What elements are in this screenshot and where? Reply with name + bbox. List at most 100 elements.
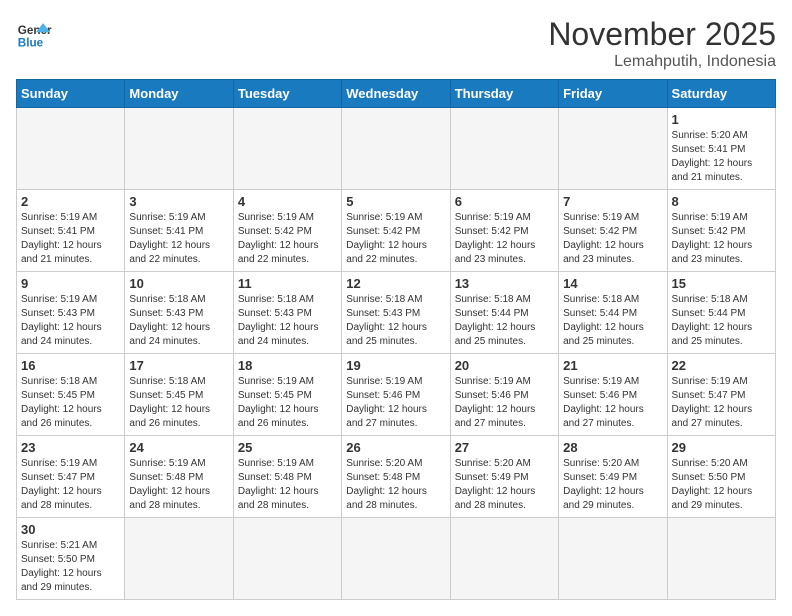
- day-number: 14: [563, 276, 662, 291]
- calendar-cell: [342, 108, 450, 190]
- weekday-header-tuesday: Tuesday: [233, 80, 341, 108]
- calendar-cell: 15 Sunrise: 5:18 AM Sunset: 5:44 PM Dayli…: [667, 272, 775, 354]
- day-info: Sunrise: 5:19 AM Sunset: 5:41 PM Dayligh…: [129, 211, 228, 267]
- calendar-cell: 4Sunrise: 5:19 AM Sunset: 5:42 PM Daylig…: [233, 190, 341, 272]
- day-number: 30: [21, 522, 120, 537]
- calendar-cell: 16Sunrise: 5:18 AM Sunset: 5:45 PM Dayli…: [17, 354, 125, 436]
- day-info: Sunrise: 5:19 AM Sunset: 5:46 PM Dayligh…: [455, 375, 554, 431]
- weekday-header-thursday: Thursday: [450, 80, 558, 108]
- calendar-title: November 2025: [548, 16, 776, 53]
- calendar-cell: [125, 518, 233, 600]
- calendar-cell: [559, 518, 667, 600]
- calendar-subtitle: Lemahputih, Indonesia: [548, 53, 776, 71]
- weekday-header-friday: Friday: [559, 80, 667, 108]
- calendar-cell: 21Sunrise: 5:19 AM Sunset: 5:46 PM Dayli…: [559, 354, 667, 436]
- day-info: Sunrise: 5:18 AM Sunset: 5:45 PM Dayligh…: [21, 375, 120, 431]
- week-row-1: 1Sunrise: 5:20 AM Sunset: 5:41 PM Daylig…: [17, 108, 776, 190]
- day-number: 21: [563, 358, 662, 373]
- day-info: Sunrise: 5:18 AM Sunset: 5:44 PM Dayligh…: [455, 293, 554, 349]
- calendar-cell: [125, 108, 233, 190]
- day-info: Sunrise: 5:20 AM Sunset: 5:49 PM Dayligh…: [455, 457, 554, 513]
- logo: General Blue: [16, 16, 52, 52]
- calendar-cell: 10 Sunrise: 5:18 AM Sunset: 5:43 PM Dayli…: [125, 272, 233, 354]
- calendar-cell: [559, 108, 667, 190]
- day-info: Sunrise: 5:18 AM Sunset: 5:45 PM Dayligh…: [129, 375, 228, 431]
- day-number: 5: [346, 194, 445, 209]
- day-info: Sunrise: 5:20 AM Sunset: 5:50 PM Dayligh…: [672, 457, 771, 513]
- day-info: Sunrise: 5:19 AM Sunset: 5:43 PM Dayligh…: [21, 293, 120, 349]
- calendar-cell: [17, 108, 125, 190]
- calendar-cell: 1Sunrise: 5:20 AM Sunset: 5:41 PM Daylig…: [667, 108, 775, 190]
- day-info: Sunrise: 5:19 AM Sunset: 5:45 PM Dayligh…: [238, 375, 337, 431]
- day-info: Sunrise: 5:18 AM Sunset: 5:44 PM Dayligh…: [563, 293, 662, 349]
- calendar-cell: 8Sunrise: 5:19 AM Sunset: 5:42 PM Daylig…: [667, 190, 775, 272]
- day-info: Sunrise: 5:19 AM Sunset: 5:42 PM Dayligh…: [238, 211, 337, 267]
- week-row-6: 30Sunrise: 5:21 AM Sunset: 5:50 PM Dayli…: [17, 518, 776, 600]
- calendar-cell: 29 Sunrise: 5:20 AM Sunset: 5:50 PM Dayli…: [667, 436, 775, 518]
- day-info: Sunrise: 5:19 AM Sunset: 5:42 PM Dayligh…: [346, 211, 445, 267]
- calendar-cell: [450, 108, 558, 190]
- week-row-3: 9 Sunrise: 5:19 AM Sunset: 5:43 PM Daylig…: [17, 272, 776, 354]
- calendar-cell: 7Sunrise: 5:19 AM Sunset: 5:42 PM Daylig…: [559, 190, 667, 272]
- calendar-cell: 2Sunrise: 5:19 AM Sunset: 5:41 PM Daylig…: [17, 190, 125, 272]
- day-info: Sunrise: 5:19 AM Sunset: 5:46 PM Dayligh…: [346, 375, 445, 431]
- day-number: 3: [129, 194, 228, 209]
- calendar-cell: 14 Sunrise: 5:18 AM Sunset: 5:44 PM Dayli…: [559, 272, 667, 354]
- weekday-header-wednesday: Wednesday: [342, 80, 450, 108]
- calendar-cell: [233, 518, 341, 600]
- calendar-cell: 11 Sunrise: 5:18 AM Sunset: 5:43 PM Dayli…: [233, 272, 341, 354]
- day-info: Sunrise: 5:19 AM Sunset: 5:41 PM Dayligh…: [21, 211, 120, 267]
- week-row-5: 23 Sunrise: 5:19 AM Sunset: 5:47 PM Dayli…: [17, 436, 776, 518]
- weekday-header-sunday: Sunday: [17, 80, 125, 108]
- calendar-cell: 3 Sunrise: 5:19 AM Sunset: 5:41 PM Daylig…: [125, 190, 233, 272]
- day-info: Sunrise: 5:19 AM Sunset: 5:42 PM Dayligh…: [563, 211, 662, 267]
- calendar-cell: 27 Sunrise: 5:20 AM Sunset: 5:49 PM Dayli…: [450, 436, 558, 518]
- day-info: Sunrise: 5:18 AM Sunset: 5:44 PM Dayligh…: [672, 293, 771, 349]
- calendar-cell: 18 Sunrise: 5:19 AM Sunset: 5:45 PM Dayli…: [233, 354, 341, 436]
- calendar-cell: 9 Sunrise: 5:19 AM Sunset: 5:43 PM Daylig…: [17, 272, 125, 354]
- day-number: 24: [129, 440, 228, 455]
- day-info: Sunrise: 5:18 AM Sunset: 5:43 PM Dayligh…: [129, 293, 228, 349]
- logo-icon: General Blue: [16, 16, 52, 52]
- day-number: 20: [455, 358, 554, 373]
- day-info: Sunrise: 5:19 AM Sunset: 5:47 PM Dayligh…: [672, 375, 771, 431]
- day-number: 29: [672, 440, 771, 455]
- calendar-cell: 6Sunrise: 5:19 AM Sunset: 5:42 PM Daylig…: [450, 190, 558, 272]
- day-number: 23: [21, 440, 120, 455]
- calendar-cell: 28Sunrise: 5:20 AM Sunset: 5:49 PM Dayli…: [559, 436, 667, 518]
- day-number: 13: [455, 276, 554, 291]
- day-info: Sunrise: 5:20 AM Sunset: 5:49 PM Dayligh…: [563, 457, 662, 513]
- week-row-2: 2Sunrise: 5:19 AM Sunset: 5:41 PM Daylig…: [17, 190, 776, 272]
- calendar-cell: [342, 518, 450, 600]
- calendar-cell: 23 Sunrise: 5:19 AM Sunset: 5:47 PM Dayli…: [17, 436, 125, 518]
- day-info: Sunrise: 5:19 AM Sunset: 5:48 PM Dayligh…: [129, 457, 228, 513]
- svg-text:Blue: Blue: [18, 37, 44, 50]
- calendar-cell: 26Sunrise: 5:20 AM Sunset: 5:48 PM Dayli…: [342, 436, 450, 518]
- day-number: 17: [129, 358, 228, 373]
- day-number: 10: [129, 276, 228, 291]
- day-number: 11: [238, 276, 337, 291]
- calendar-cell: 5 Sunrise: 5:19 AM Sunset: 5:42 PM Daylig…: [342, 190, 450, 272]
- day-info: Sunrise: 5:20 AM Sunset: 5:48 PM Dayligh…: [346, 457, 445, 513]
- day-number: 18: [238, 358, 337, 373]
- weekday-header-saturday: Saturday: [667, 80, 775, 108]
- calendar-cell: 17 Sunrise: 5:18 AM Sunset: 5:45 PM Dayli…: [125, 354, 233, 436]
- calendar-cell: [233, 108, 341, 190]
- title-block: November 2025 Lemahputih, Indonesia: [548, 16, 776, 71]
- day-number: 27: [455, 440, 554, 455]
- day-number: 9: [21, 276, 120, 291]
- day-info: Sunrise: 5:19 AM Sunset: 5:47 PM Dayligh…: [21, 457, 120, 513]
- calendar-cell: 30Sunrise: 5:21 AM Sunset: 5:50 PM Dayli…: [17, 518, 125, 600]
- day-number: 25: [238, 440, 337, 455]
- calendar-cell: 12Sunrise: 5:18 AM Sunset: 5:43 PM Dayli…: [342, 272, 450, 354]
- day-number: 15: [672, 276, 771, 291]
- calendar-table: SundayMondayTuesdayWednesdayThursdayFrid…: [16, 79, 776, 600]
- calendar-cell: 25Sunrise: 5:19 AM Sunset: 5:48 PM Dayli…: [233, 436, 341, 518]
- day-number: 6: [455, 194, 554, 209]
- day-info: Sunrise: 5:18 AM Sunset: 5:43 PM Dayligh…: [238, 293, 337, 349]
- page-header: General Blue November 2025 Lemahputih, I…: [16, 16, 776, 71]
- calendar-cell: 22Sunrise: 5:19 AM Sunset: 5:47 PM Dayli…: [667, 354, 775, 436]
- calendar-cell: 24 Sunrise: 5:19 AM Sunset: 5:48 PM Dayli…: [125, 436, 233, 518]
- calendar-cell: 13 Sunrise: 5:18 AM Sunset: 5:44 PM Dayli…: [450, 272, 558, 354]
- week-row-4: 16Sunrise: 5:18 AM Sunset: 5:45 PM Dayli…: [17, 354, 776, 436]
